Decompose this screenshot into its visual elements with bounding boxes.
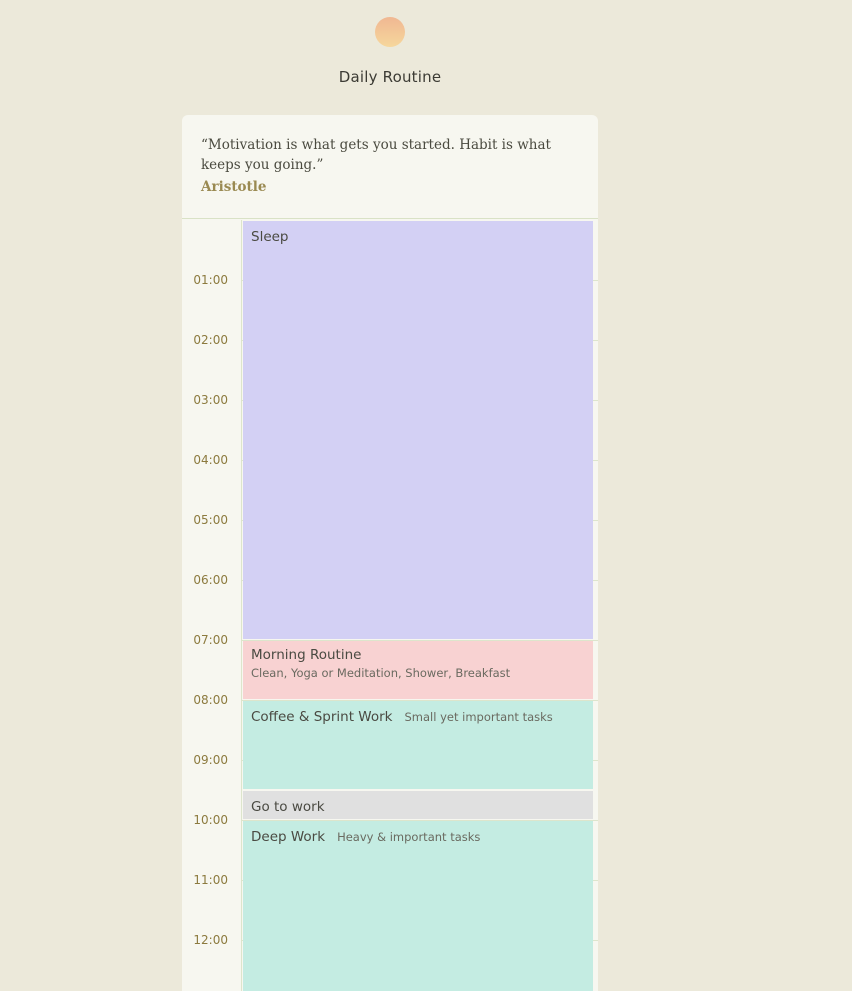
time-label: 07:00 — [193, 633, 228, 647]
quote-box: “Motivation is what gets you started. Ha… — [182, 115, 598, 219]
time-label: 10:00 — [193, 813, 228, 827]
quote-author: Aristotle — [201, 179, 267, 195]
time-label: 06:00 — [193, 573, 228, 587]
event-title: Coffee & Sprint Work — [251, 709, 393, 725]
time-label: 04:00 — [193, 453, 228, 467]
event-description: Heavy & important tasks — [337, 830, 481, 844]
time-label: 12:00 — [193, 933, 228, 947]
event-block[interactable]: Morning Routine Clean, Yoga or Meditation… — [243, 641, 593, 699]
time-label: 02:00 — [193, 333, 228, 347]
time-label: 05:00 — [193, 513, 228, 527]
event-block[interactable]: Go to work — [243, 791, 593, 819]
event-title: Deep Work — [251, 829, 326, 845]
time-label: 03:00 — [193, 393, 228, 407]
event-description: Clean, Yoga or Meditation, Shower, Break… — [251, 666, 511, 680]
event-title: Go to work — [251, 799, 325, 815]
event-title: Sleep — [251, 229, 289, 245]
routine-card: “Motivation is what gets you started. Ha… — [182, 115, 598, 991]
event-title: Morning Routine — [251, 647, 362, 663]
time-label: 09:00 — [193, 753, 228, 767]
time-label: 08:00 — [193, 693, 228, 707]
time-label: 01:00 — [193, 273, 228, 287]
timeline-axis — [241, 220, 242, 991]
timeline: 01:00 02:00 03:00 04:00 05:00 06:00 07:00 08:00… — [182, 220, 598, 991]
event-block[interactable]: Sleep — [243, 221, 593, 639]
event-block[interactable]: Deep Work Heavy & important tasks — [243, 821, 593, 991]
event-block[interactable]: Coffee & Sprint Work Small yet important … — [243, 701, 593, 789]
sun-logo-icon — [375, 17, 405, 47]
quote-text: “Motivation is what gets you started. Ha… — [201, 137, 551, 173]
page: Daily Routine “Motivation is what gets y… — [0, 0, 852, 991]
event-description: Small yet important tasks — [404, 710, 553, 724]
time-label: 11:00 — [193, 873, 228, 887]
page-title: Daily Routine — [338, 68, 442, 86]
